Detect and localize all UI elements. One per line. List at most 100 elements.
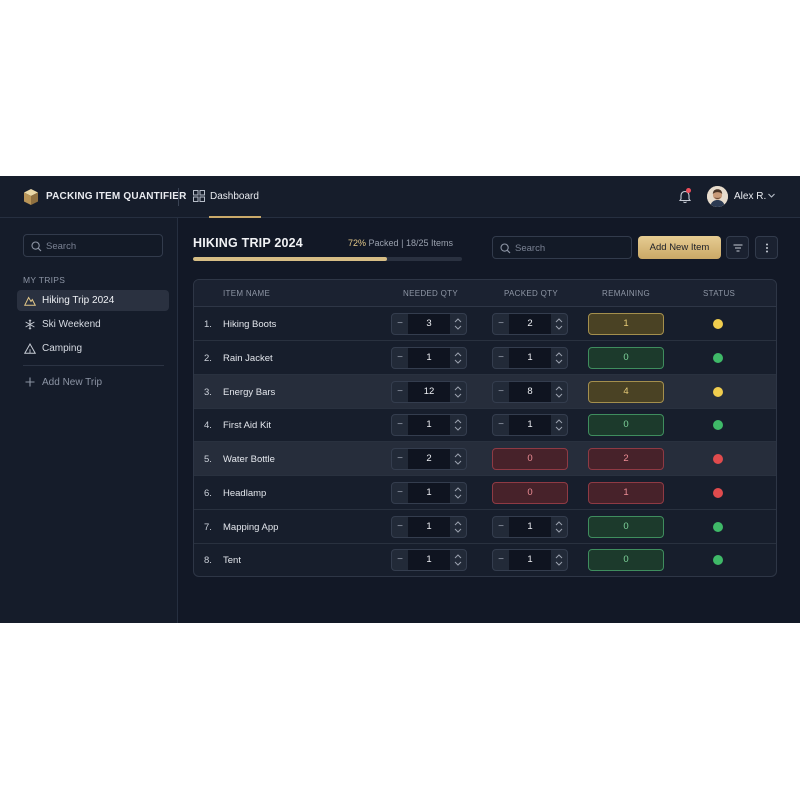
stepper-arrows-icon[interactable]: [553, 552, 565, 568]
stepper-arrows-icon[interactable]: [553, 350, 565, 366]
col-header-needed-qty: NEEDED QTY: [403, 289, 459, 298]
nav-dashboard-tab[interactable]: Dashboard: [193, 176, 261, 218]
packed-qty-value[interactable]: 1: [509, 415, 551, 436]
decrement-button[interactable]: −: [392, 314, 408, 334]
decrement-button[interactable]: −: [493, 348, 509, 368]
avatar[interactable]: [707, 186, 728, 207]
needed-qty-value[interactable]: 3: [408, 314, 450, 334]
packed-qty-stepper[interactable]: −2: [492, 313, 568, 335]
more-vertical-icon: [766, 243, 768, 253]
packed-qty-value[interactable]: 1: [509, 516, 551, 537]
stepper-arrows-icon[interactable]: [452, 316, 464, 332]
needed-qty-stepper[interactable]: −12: [391, 380, 467, 403]
decrement-button[interactable]: −: [392, 483, 408, 503]
needed-qty-value[interactable]: 1: [408, 516, 450, 537]
table-row[interactable]: 5. Water Bottle −2 0 2: [194, 442, 776, 476]
topbar-divider: [178, 188, 179, 206]
needed-qty-stepper[interactable]: −1: [391, 481, 467, 504]
table-row[interactable]: 7. Mapping App −1−1 0: [194, 510, 776, 544]
stepper-arrows-icon[interactable]: [553, 417, 565, 433]
needed-qty-value[interactable]: 1: [408, 550, 450, 571]
needed-qty-value[interactable]: 1: [408, 415, 450, 436]
needed-qty-value[interactable]: 1: [408, 347, 450, 368]
packed-qty-badge[interactable]: 0: [492, 448, 568, 470]
item-name: Energy Bars: [223, 386, 276, 398]
table-row[interactable]: 3. Energy Bars −12−8 4: [194, 374, 776, 409]
stepper-arrows-icon[interactable]: [452, 485, 464, 501]
needed-qty-value[interactable]: 12: [408, 381, 450, 402]
packed-qty-value[interactable]: 1: [509, 347, 551, 368]
status-dot: [713, 487, 723, 498]
add-new-item-button[interactable]: Add New Item: [638, 236, 721, 259]
needed-qty-stepper[interactable]: −3: [391, 313, 467, 335]
packed-qty-value[interactable]: 2: [509, 314, 551, 334]
add-new-trip-button[interactable]: Add New Trip: [23, 374, 143, 390]
row-number: 6.: [204, 487, 212, 499]
packed-qty-value[interactable]: 8: [509, 381, 551, 402]
packed-qty-badge[interactable]: 0: [492, 481, 568, 504]
status-dot: [713, 521, 723, 532]
decrement-button[interactable]: −: [392, 348, 408, 368]
needed-qty-value[interactable]: 2: [408, 449, 450, 469]
item-name: Water Bottle: [223, 454, 275, 465]
sidebar-item-camping[interactable]: Camping: [17, 338, 169, 359]
decrement-button[interactable]: −: [392, 550, 408, 570]
decrement-button[interactable]: −: [493, 382, 509, 402]
decrement-button[interactable]: −: [392, 382, 408, 402]
stepper-arrows-icon[interactable]: [452, 417, 464, 433]
packed-qty-stepper[interactable]: −1: [492, 414, 568, 437]
stepper-arrows-icon[interactable]: [452, 519, 464, 535]
decrement-button[interactable]: −: [392, 415, 408, 435]
stepper-arrows-icon[interactable]: [452, 350, 464, 366]
stepper-arrows-icon[interactable]: [553, 519, 565, 535]
decrement-button[interactable]: −: [493, 550, 509, 570]
needed-qty-stepper[interactable]: −1: [391, 346, 467, 369]
remaining-badge: 0: [588, 346, 664, 369]
needed-qty-stepper[interactable]: −1: [391, 414, 467, 437]
top-bar: PACKING ITEM QUANTIFIER Dashboard Alex R…: [0, 176, 800, 218]
stepper-arrows-icon[interactable]: [553, 384, 565, 400]
col-header-status: STATUS: [703, 289, 736, 298]
table-row[interactable]: 2. Rain Jacket −1−1 0: [194, 341, 776, 375]
decrement-button[interactable]: −: [493, 517, 509, 537]
stepper-arrows-icon[interactable]: [452, 384, 464, 400]
packed-summary: 72% Packed | 18/25 Items: [348, 238, 453, 248]
table-row[interactable]: 6. Headlamp −1 0 1: [194, 476, 776, 510]
stepper-arrows-icon[interactable]: [452, 552, 464, 568]
decrement-button[interactable]: −: [392, 517, 408, 537]
packed-qty-value[interactable]: 1: [509, 550, 551, 571]
decrement-button[interactable]: −: [392, 449, 408, 469]
needed-qty-stepper[interactable]: −1: [391, 515, 467, 538]
decrement-button[interactable]: −: [493, 314, 509, 334]
needed-qty-value[interactable]: 1: [408, 482, 450, 503]
packed-qty-stepper[interactable]: −1: [492, 549, 568, 572]
search-icon: [500, 243, 511, 254]
stepper-arrows-icon[interactable]: [452, 451, 464, 467]
table-row[interactable]: 8. Tent −1−1 0: [194, 543, 776, 576]
table-row[interactable]: 4. First Aid Kit −1−1 0: [194, 408, 776, 443]
remaining-badge: 0: [588, 549, 664, 572]
user-name[interactable]: Alex R.: [734, 191, 766, 202]
packed-qty-stepper[interactable]: −1: [492, 515, 568, 538]
sidebar-search-input[interactable]: [46, 238, 156, 254]
tent-icon: [24, 343, 36, 354]
needed-qty-stepper[interactable]: −1: [391, 549, 467, 572]
box-logo-icon: [24, 189, 38, 205]
needed-qty-stepper[interactable]: −2: [391, 448, 467, 470]
stepper-arrows-icon[interactable]: [553, 316, 565, 332]
chevron-down-icon[interactable]: [767, 191, 776, 200]
more-options-button[interactable]: [755, 236, 778, 259]
packed-qty-stepper[interactable]: −8: [492, 380, 568, 403]
add-new-trip-label: Add New Trip: [42, 377, 103, 388]
decrement-button[interactable]: −: [493, 415, 509, 435]
row-number: 3.: [204, 386, 212, 398]
packing-progress-bar: [193, 257, 462, 261]
sidebar-item-ski-weekend[interactable]: Ski Weekend: [17, 314, 169, 335]
packed-qty-stepper[interactable]: −1: [492, 346, 568, 369]
item-search-input[interactable]: [515, 240, 625, 256]
notification-dot: [686, 188, 691, 193]
sidebar-item-hiking-trip[interactable]: Hiking Trip 2024: [17, 290, 169, 311]
table-row[interactable]: 1. Hiking Boots −3−2 1: [194, 307, 776, 341]
filter-button[interactable]: [726, 236, 749, 259]
sidebar-item-label: Camping: [42, 343, 83, 354]
